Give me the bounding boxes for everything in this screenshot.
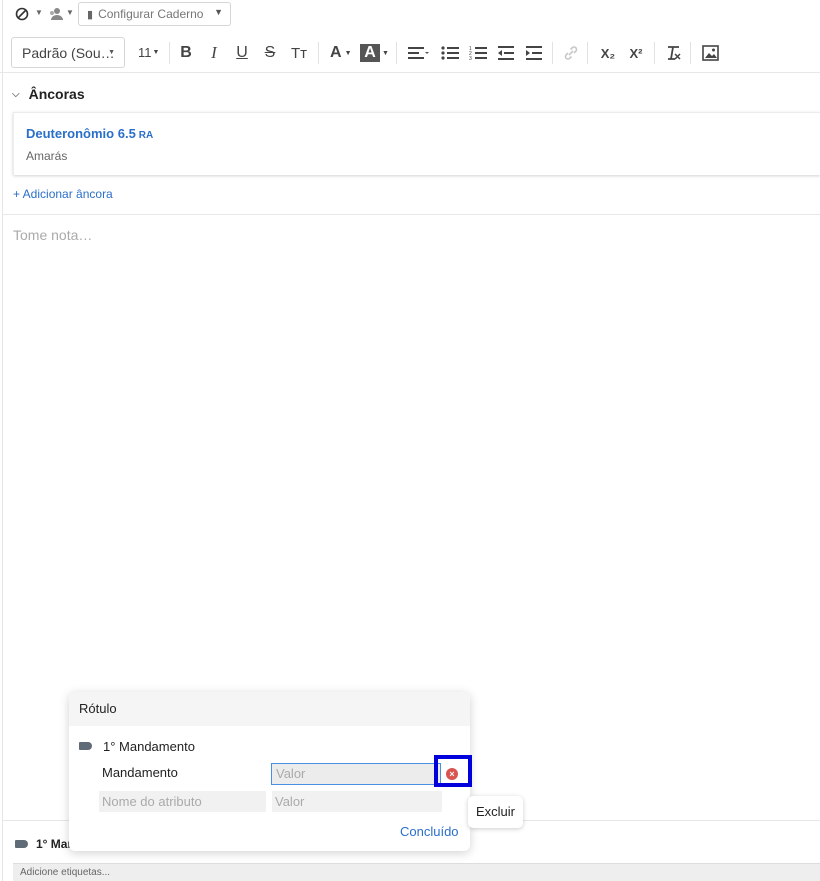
tags-input[interactable]: Adicione etiquetas... [13,863,820,881]
note-editor[interactable]: Tome nota… [13,227,92,243]
chevron-down-icon: ▼ [152,49,160,56]
new-attribute-value-input[interactable]: Valor [272,791,442,812]
left-border [2,0,3,881]
paragraph-style-select[interactable]: Padrão (Sou… ▼ [11,37,125,68]
anchor-version: RA [138,130,154,141]
chevron-down-icon: ▼ [214,7,223,17]
bullet-list-icon [441,46,459,60]
outdent-icon [498,46,514,60]
highlight-color-button[interactable]: A ▼ [360,41,390,65]
font-color-glyph: A [330,44,342,61]
chevron-down-icon: ⌵ [12,88,20,100]
toolbar-separator [690,42,691,64]
top-bar: ▼ ▼ ▮ Configurar Caderno ▼ [0,0,820,30]
label-popup: Rótulo 1° Mandamento Mandamento Valor × … [69,692,472,851]
underline-button[interactable]: U [230,41,254,65]
toolbar-separator [654,42,655,64]
bullet-list-button[interactable] [438,41,462,65]
paragraph-style-value: Padrão (Sou… [22,44,115,61]
attribute-name[interactable]: Mandamento [102,765,178,780]
anchor-reference: Deuteronômio 6.5 [26,126,136,141]
anchors-section-header[interactable]: ⌵ Âncoras [12,84,85,104]
align-button[interactable] [403,41,433,65]
anchor-card[interactable]: Deuteronômio 6.5 RA Amarás [13,112,820,175]
anchors-title: Âncoras [28,86,85,102]
add-anchor-link[interactable]: + Adicionar âncora [13,187,113,201]
link-icon [564,46,578,60]
label-chip-text: 1° Mar [36,837,73,851]
chevron-down-icon[interactable]: ▼ [66,8,74,17]
superscript-button[interactable]: X² [624,41,648,65]
tag-icon [15,840,28,848]
clear-formatting-button[interactable] [661,41,685,65]
numbered-list-button[interactable]: 123 [466,41,490,65]
bold-button[interactable]: B [174,41,198,65]
new-attribute-name-input[interactable]: Nome do atributo [99,791,266,812]
no-entry-icon[interactable] [14,6,30,22]
link-button[interactable] [559,41,583,65]
people-icon[interactable] [48,6,64,22]
chevron-down-icon[interactable]: ▼ [35,8,43,17]
align-left-icon [408,47,429,59]
clear-formatting-icon [668,46,681,60]
font-size-value: 11 [138,45,152,60]
notebook-icon: ▮ [87,8,94,21]
divider [3,214,820,215]
popup-title: Rótulo [69,692,470,726]
indent-button[interactable] [522,41,546,65]
numbered-list-icon: 123 [469,46,487,61]
subscript-button[interactable]: X₂ [596,41,620,65]
image-icon [701,45,719,61]
delete-tooltip: Excluir [468,796,523,828]
chevron-down-icon: ▼ [108,49,115,56]
toolbar-separator [396,42,397,64]
label-name: 1° Mandamento [103,738,195,754]
insert-image-button[interactable] [698,41,722,65]
italic-button[interactable]: I [202,41,226,65]
toolbar-separator [318,42,319,64]
tag-icon [79,742,92,750]
toolbar-separator [169,42,170,64]
outdent-button[interactable] [494,41,518,65]
label-chip[interactable]: 1° Mar [15,836,72,852]
indent-icon [526,46,542,60]
text-transform-button[interactable]: Tт [287,41,311,65]
notebook-settings-button[interactable]: ▮ Configurar Caderno ▼ [78,2,231,26]
label-name-row[interactable]: 1° Mandamento [79,738,195,754]
toolbar-separator [552,42,553,64]
strikethrough-button[interactable]: S [258,41,282,65]
svg-text:3: 3 [469,56,472,61]
notebook-label: Configurar Caderno [98,7,204,21]
formatting-toolbar: Padrão (Sou… ▼ 11 ▼ B I U S Tт A ▼ A ▼ 1… [0,33,820,73]
done-button[interactable]: Concluído [400,824,459,839]
anchor-reference-link[interactable]: Deuteronômio 6.5 RA [26,126,153,141]
toolbar-separator [587,42,588,64]
chevron-down-icon: ▼ [344,49,352,57]
chevron-down-icon: ▼ [382,49,389,57]
attribute-value-input[interactable]: Valor [271,763,441,785]
font-color-button[interactable]: A ▼ [326,41,356,65]
font-size-select[interactable]: 11 ▼ [133,37,167,68]
anchor-subtitle: Amarás [26,149,68,163]
focus-highlight [434,755,472,787]
highlight-color-glyph: A [360,44,380,62]
